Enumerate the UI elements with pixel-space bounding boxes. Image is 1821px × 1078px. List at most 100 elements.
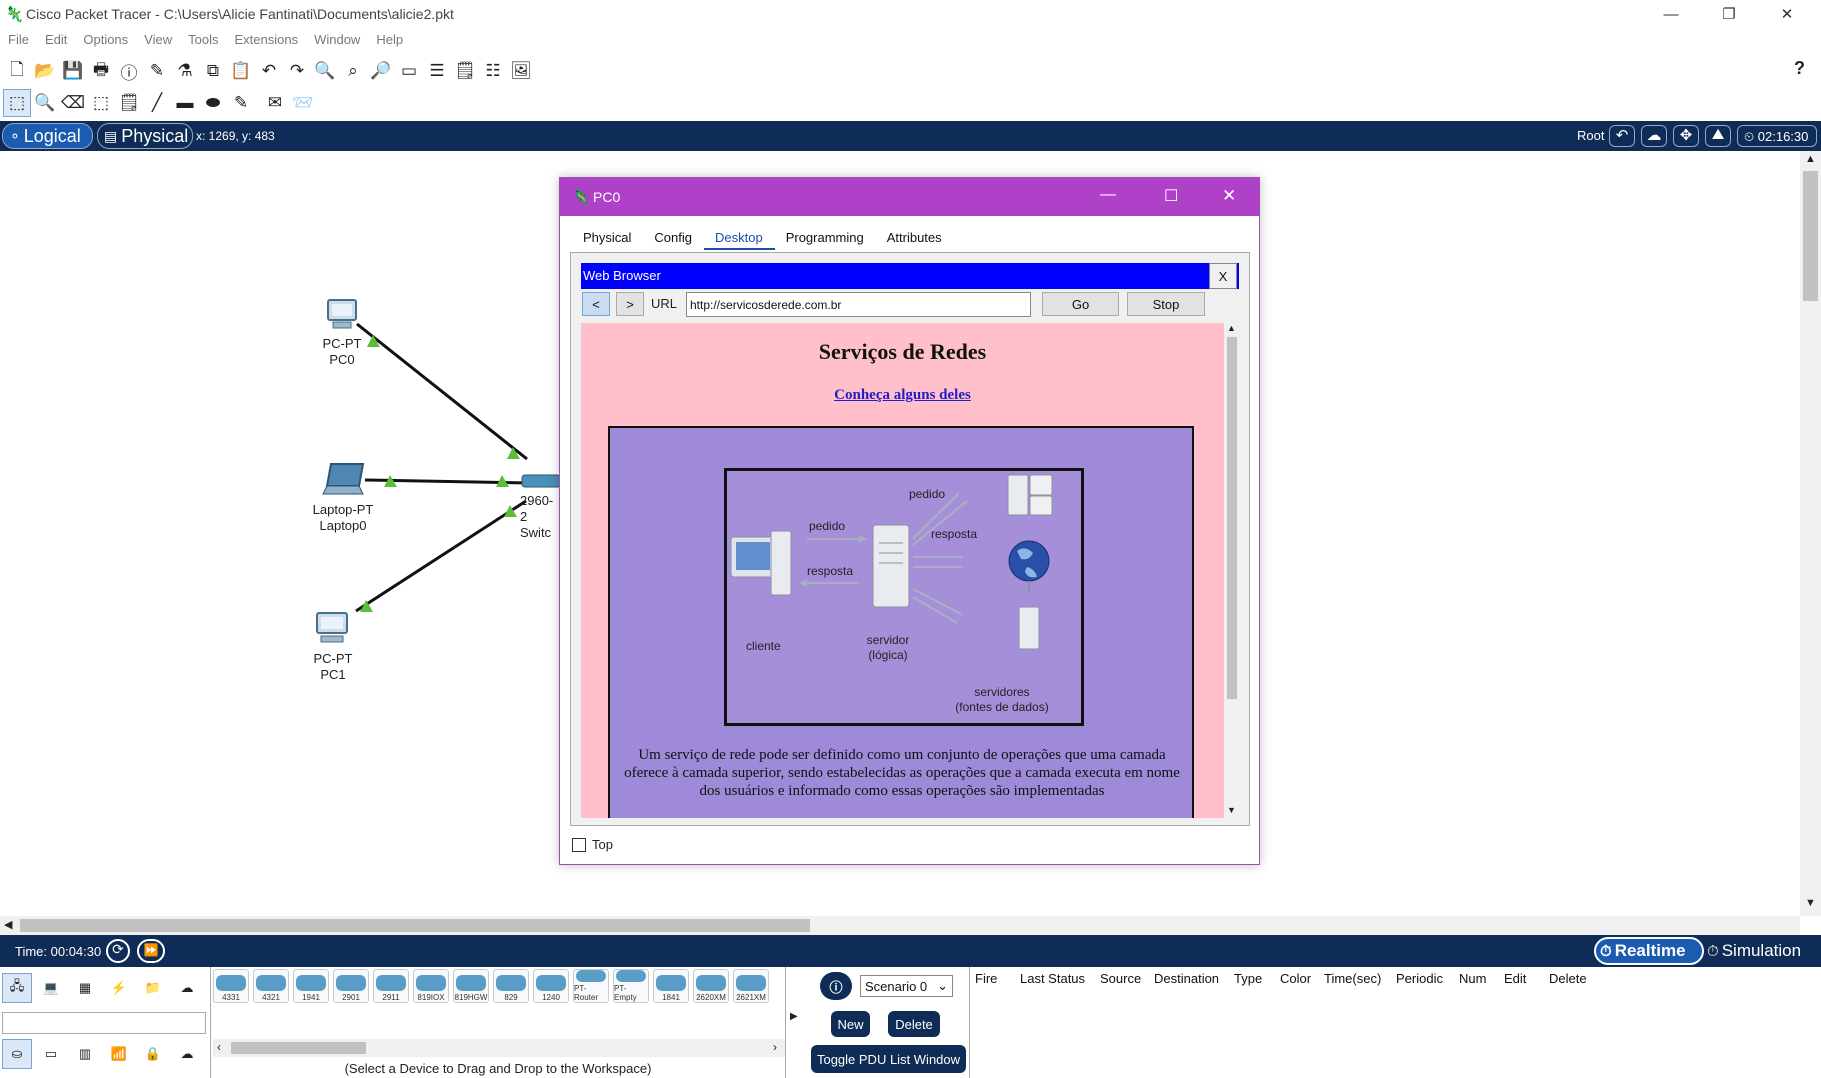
logical-mode-button[interactable]: ⚬ Logical <box>2 123 93 149</box>
drawing-palette-icon[interactable]: ▭ <box>395 57 423 85</box>
device-laptop0[interactable]: Laptop-PT Laptop0 <box>312 462 374 534</box>
device-pc1[interactable]: PC-PT PC1 <box>309 609 357 683</box>
browser-forward-button[interactable]: > <box>616 292 644 316</box>
connections-icon[interactable]: ⚡ <box>104 973 134 1003</box>
model-1240[interactable]: 1240 <box>533 969 569 1003</box>
scenario-info-icon[interactable]: ⓘ <box>820 972 852 1000</box>
add-simple-pdu-icon[interactable]: ✉ <box>261 89 289 117</box>
wireless-devices-icon[interactable]: 📶 <box>104 1039 134 1069</box>
screenshot-icon[interactable]: 🖼 <box>507 57 535 85</box>
tab-programming[interactable]: Programming <box>775 226 876 250</box>
model-4331[interactable]: 4331 <box>213 969 249 1003</box>
minimize-button[interactable]: — <box>1648 0 1694 28</box>
draw-rectangle-icon[interactable]: ▬ <box>171 89 199 117</box>
redo-icon[interactable]: ↷ <box>283 57 311 85</box>
select-tool-icon[interactable]: ⬚ <box>3 89 31 117</box>
workspace-horizontal-scrollbar[interactable]: ◀ <box>0 916 1800 935</box>
model-2911[interactable]: 2911 <box>373 969 409 1003</box>
model-829[interactable]: 829 <box>493 969 529 1003</box>
security-icon[interactable]: 🔒 <box>138 1039 168 1069</box>
model-2621xm[interactable]: 2621XM <box>733 969 769 1003</box>
browser-back-button[interactable]: < <box>582 292 610 316</box>
model-list-scrollbar[interactable]: ‹ › <box>213 1039 785 1057</box>
expand-panel-icon[interactable]: ▶ <box>790 1011 798 1022</box>
menu-extensions[interactable]: Extensions <box>226 28 306 47</box>
new-file-icon[interactable]: 🗋 <box>3 57 31 85</box>
custom-devices-dialog-icon[interactable]: ☰ <box>423 57 451 85</box>
scenario-select[interactable]: Scenario 0 ⌄ <box>860 975 953 997</box>
model-1941[interactable]: 1941 <box>293 969 329 1003</box>
tab-config[interactable]: Config <box>643 226 704 250</box>
delete-tool-icon[interactable]: ⌫ <box>59 89 87 117</box>
paste-icon[interactable]: 📋 <box>227 57 255 85</box>
custom-device-icon[interactable]: ⚗ <box>171 57 199 85</box>
model-pt-empty[interactable]: PT-Empty <box>613 969 649 1003</box>
new-scenario-button[interactable]: New <box>831 1011 870 1037</box>
simulation-mode-button[interactable]: ⏱ Simulation <box>1707 937 1819 965</box>
device-switch[interactable]: 2960-2 Switc <box>520 473 561 541</box>
zoom-in-icon[interactable]: 🔍 <box>311 57 339 85</box>
menu-edit[interactable]: Edit <box>37 28 75 47</box>
realtime-mode-button[interactable]: ⏱ Realtime <box>1594 937 1704 965</box>
stop-button[interactable]: Stop <box>1127 292 1205 316</box>
model-pt-router[interactable]: PT-Router <box>573 969 609 1003</box>
model-819iox[interactable]: 819IOX <box>413 969 449 1003</box>
toggle-pdu-list-button[interactable]: Toggle PDU List Window <box>811 1045 966 1073</box>
pc0-minimize-button[interactable]: — <box>1100 186 1116 204</box>
scroll-right-icon[interactable]: › <box>773 1040 777 1054</box>
network-devices-icon[interactable]: 🖧 <box>2 973 32 1003</box>
device-search-field[interactable] <box>2 1012 206 1034</box>
menu-file[interactable]: File <box>0 28 37 47</box>
pc0-maximize-button[interactable]: ☐ <box>1164 186 1178 206</box>
miscellaneous-icon[interactable]: 📁 <box>138 973 168 1003</box>
scroll-up-icon[interactable]: ▲ <box>1805 153 1816 165</box>
switches-icon[interactable]: ▭ <box>36 1039 66 1069</box>
save-icon[interactable]: 💾 <box>59 57 87 85</box>
menu-options[interactable]: Options <box>75 28 136 47</box>
notes-icon[interactable]: 🗒 <box>451 57 479 85</box>
draw-line-icon[interactable]: ╱ <box>143 89 171 117</box>
freeform-icon[interactable]: ✎ <box>227 89 255 117</box>
end-devices-icon[interactable]: 💻 <box>36 973 66 1003</box>
web-page-scrollbar[interactable]: ▲ ▼ <box>1224 323 1239 818</box>
model-2620xm[interactable]: 2620XM <box>693 969 729 1003</box>
model-819hgw[interactable]: 819HGW <box>453 969 489 1003</box>
zoom-out-icon[interactable]: 🔎 <box>367 57 395 85</box>
tab-physical[interactable]: Physical <box>572 226 643 250</box>
top-checkbox[interactable] <box>572 837 586 852</box>
inspect-tool-icon[interactable]: 🔍 <box>31 89 59 117</box>
place-note-icon[interactable]: 🗒 <box>115 89 143 117</box>
scroll-thumb[interactable] <box>20 919 810 932</box>
scroll-thumb[interactable] <box>1803 171 1818 301</box>
network-info-icon[interactable]: ☷ <box>479 57 507 85</box>
scroll-left-icon[interactable]: ‹ <box>217 1040 221 1054</box>
workspace-vertical-scrollbar[interactable]: ▲ ▼ <box>1800 151 1821 916</box>
print-icon[interactable]: 🖶 <box>87 57 115 85</box>
device-pc0[interactable]: PC-PT PC0 <box>318 298 366 368</box>
power-cycle-icon[interactable]: ⟳ <box>106 939 130 963</box>
copy-icon[interactable]: ⧉ <box>199 57 227 85</box>
scroll-thumb[interactable] <box>1227 337 1237 699</box>
model-2901[interactable]: 2901 <box>333 969 369 1003</box>
go-button[interactable]: Go <box>1042 292 1119 316</box>
scroll-down-icon[interactable]: ▼ <box>1227 805 1236 815</box>
root-label[interactable]: Root <box>1577 128 1604 143</box>
hubs-icon[interactable]: ▥ <box>70 1039 100 1069</box>
scroll-up-icon[interactable]: ▲ <box>1227 323 1236 333</box>
scroll-thumb[interactable] <box>231 1042 366 1054</box>
fast-forward-icon[interactable]: ⏩ <box>137 939 165 963</box>
delete-scenario-button[interactable]: Delete <box>888 1011 940 1037</box>
zoom-reset-icon[interactable]: ⌕ <box>339 57 367 85</box>
tab-desktop[interactable]: Desktop <box>704 226 775 250</box>
tab-attributes[interactable]: Attributes <box>876 226 954 250</box>
page-link[interactable]: Conheça alguns deles <box>581 387 1224 404</box>
scroll-left-icon[interactable]: ◀ <box>4 918 12 931</box>
resize-shape-icon[interactable]: ⬚ <box>87 89 115 117</box>
menu-view[interactable]: View <box>136 28 180 47</box>
help-icon[interactable]: ? <box>1794 58 1805 79</box>
menu-window[interactable]: Window <box>306 28 368 47</box>
activity-wizard-icon[interactable]: ✎ <box>143 57 171 85</box>
draw-ellipse-icon[interactable]: ⬬ <box>199 89 227 117</box>
restore-button[interactable]: ❐ <box>1706 0 1752 28</box>
multiuser-icon[interactable]: ☁ <box>172 973 202 1003</box>
